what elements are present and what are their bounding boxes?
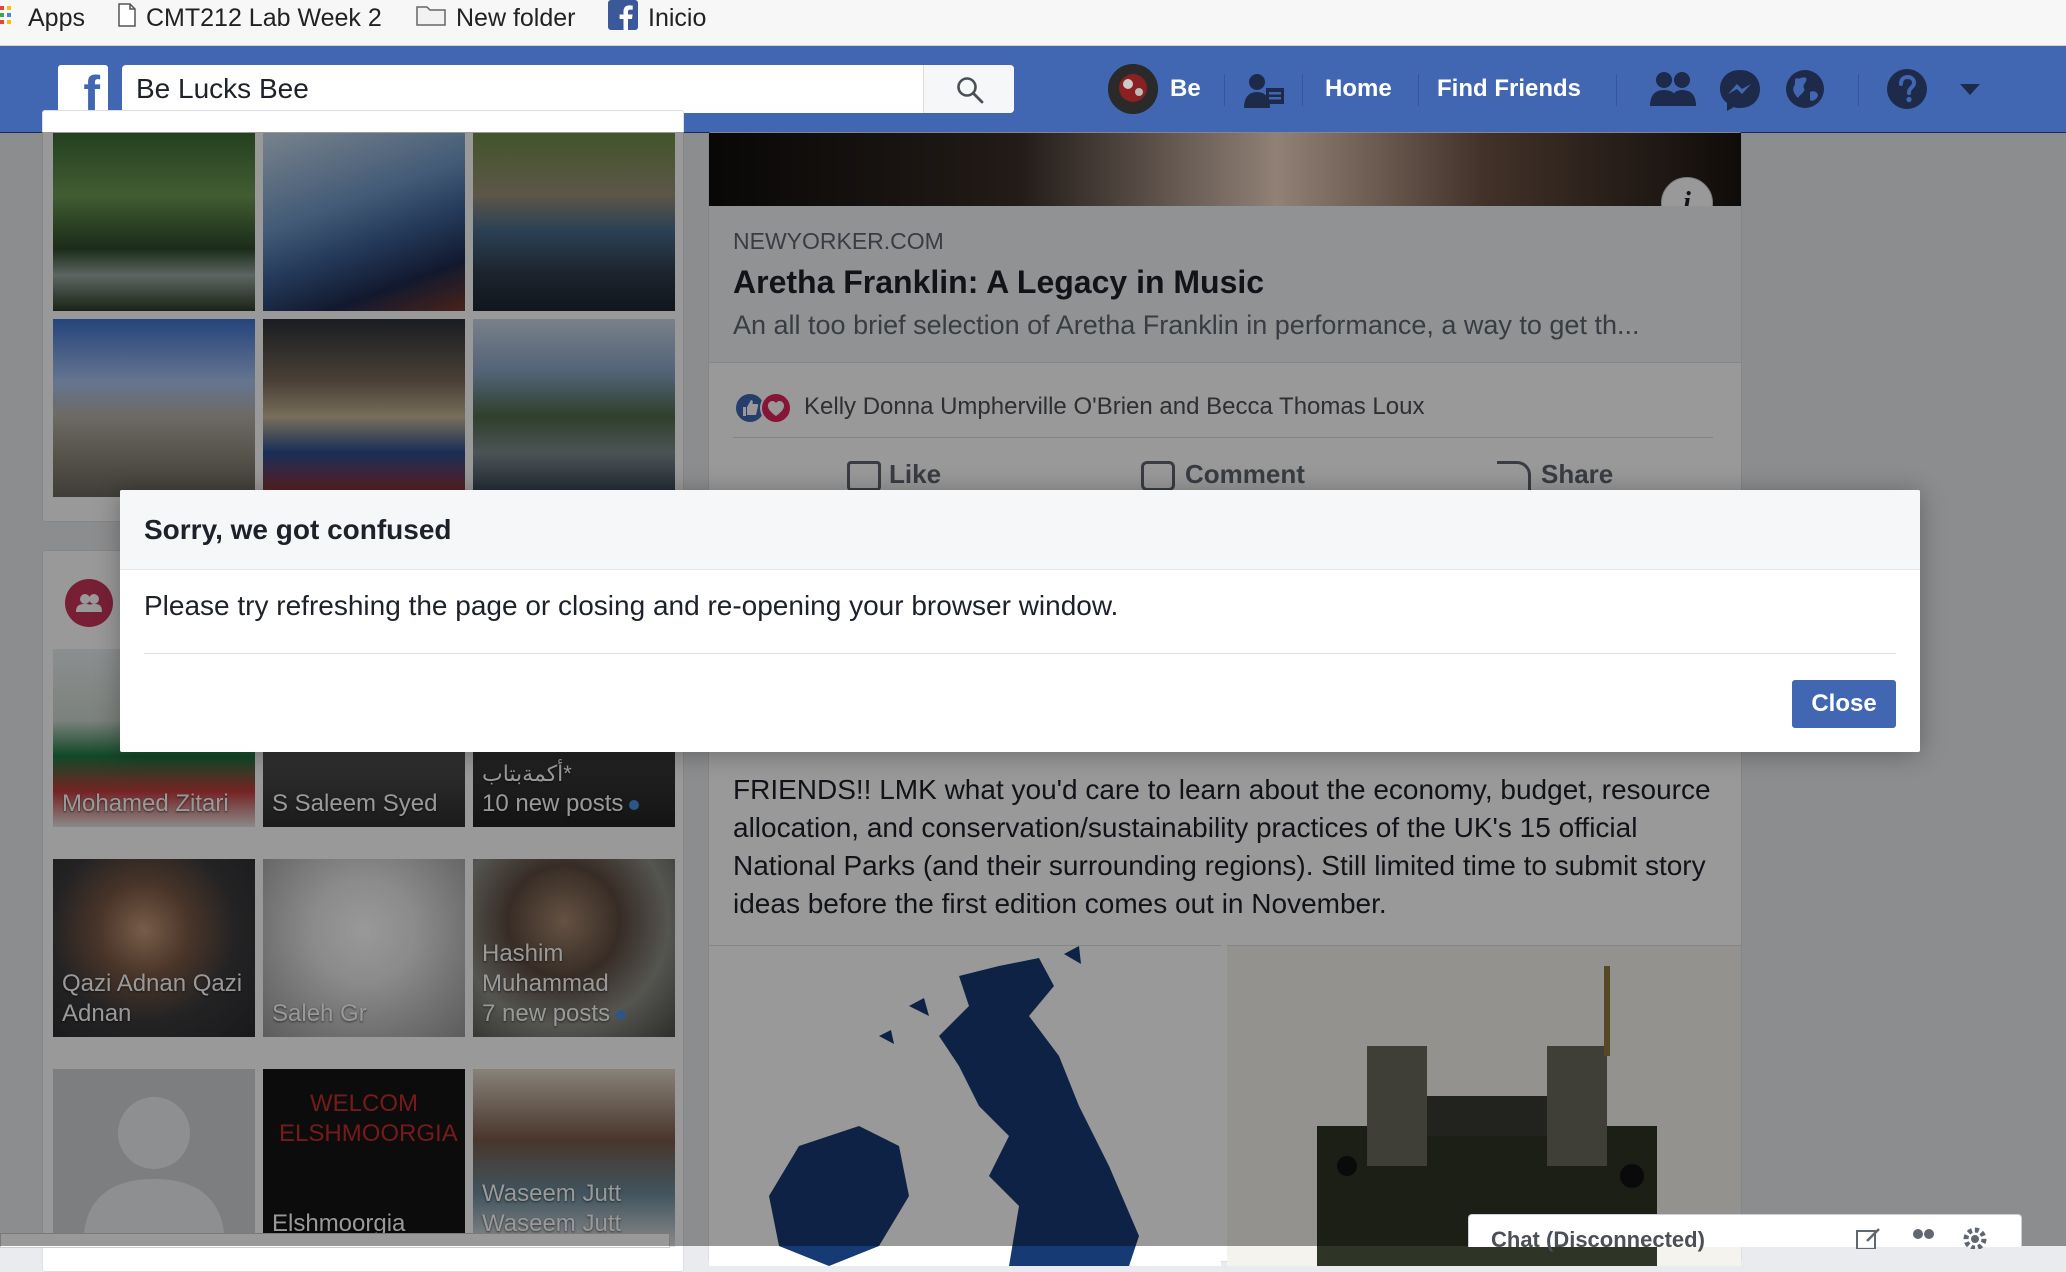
search-input[interactable]: Be Lucks Bee — [136, 65, 309, 113]
nav-find-friends-link[interactable]: Find Friends — [1437, 46, 1581, 132]
settings-gear-icon[interactable] — [1961, 1225, 1989, 1249]
apps-grid-icon — [0, 4, 18, 33]
search-button[interactable] — [923, 65, 1014, 113]
bookmark-label: Apps — [28, 3, 85, 32]
bookmark-label: Inicio — [648, 3, 707, 32]
dialog-divider — [144, 653, 1896, 654]
profile-name-link[interactable]: Be — [1170, 46, 1201, 132]
page-icon — [118, 2, 136, 34]
search-icon — [957, 77, 984, 104]
account-menu-chevron-down-icon[interactable] — [1958, 82, 1982, 98]
chat-status-label: Chat (Disconnected) — [1491, 1227, 1705, 1252]
nav-home-link[interactable]: Home — [1325, 46, 1392, 132]
bookmark-label: CMT212 Lab Week 2 — [146, 3, 382, 32]
dialog-header: Sorry, we got confused — [120, 490, 1920, 570]
bookmark-label: New folder — [456, 3, 576, 32]
bookmark-apps[interactable]: Apps — [0, 0, 85, 36]
notifications-globe-icon[interactable] — [1784, 68, 1826, 110]
friends-icon[interactable] — [1650, 70, 1696, 108]
chat-sidebar-bar[interactable]: Chat (Disconnected) — [1468, 1214, 2022, 1252]
bookmarks-bar: Apps CMT212 Lab Week 2 New folder Inicio — [0, 0, 2066, 46]
facebook-logo-icon[interactable]: f — [58, 65, 108, 115]
facebook-icon — [608, 0, 638, 37]
folder-icon — [416, 4, 446, 33]
friend-requests-person-icon[interactable] — [1242, 72, 1286, 110]
messenger-icon[interactable] — [1718, 68, 1762, 112]
error-dialog: Sorry, we got confused Please try refres… — [120, 490, 1920, 752]
bookmark-new-folder[interactable]: New folder — [416, 0, 576, 36]
help-icon[interactable] — [1886, 68, 1928, 110]
dialog-message: Please try refreshing the page or closin… — [144, 590, 1119, 621]
profile-avatar[interactable] — [1108, 64, 1158, 114]
dialog-title: Sorry, we got confused — [144, 514, 452, 545]
bookmark-cmt212[interactable]: CMT212 Lab Week 2 — [118, 0, 382, 36]
close-button[interactable]: Close — [1792, 680, 1896, 728]
search-box[interactable]: Be Lucks Bee — [122, 65, 1014, 113]
bookmark-inicio[interactable]: Inicio — [608, 0, 706, 36]
